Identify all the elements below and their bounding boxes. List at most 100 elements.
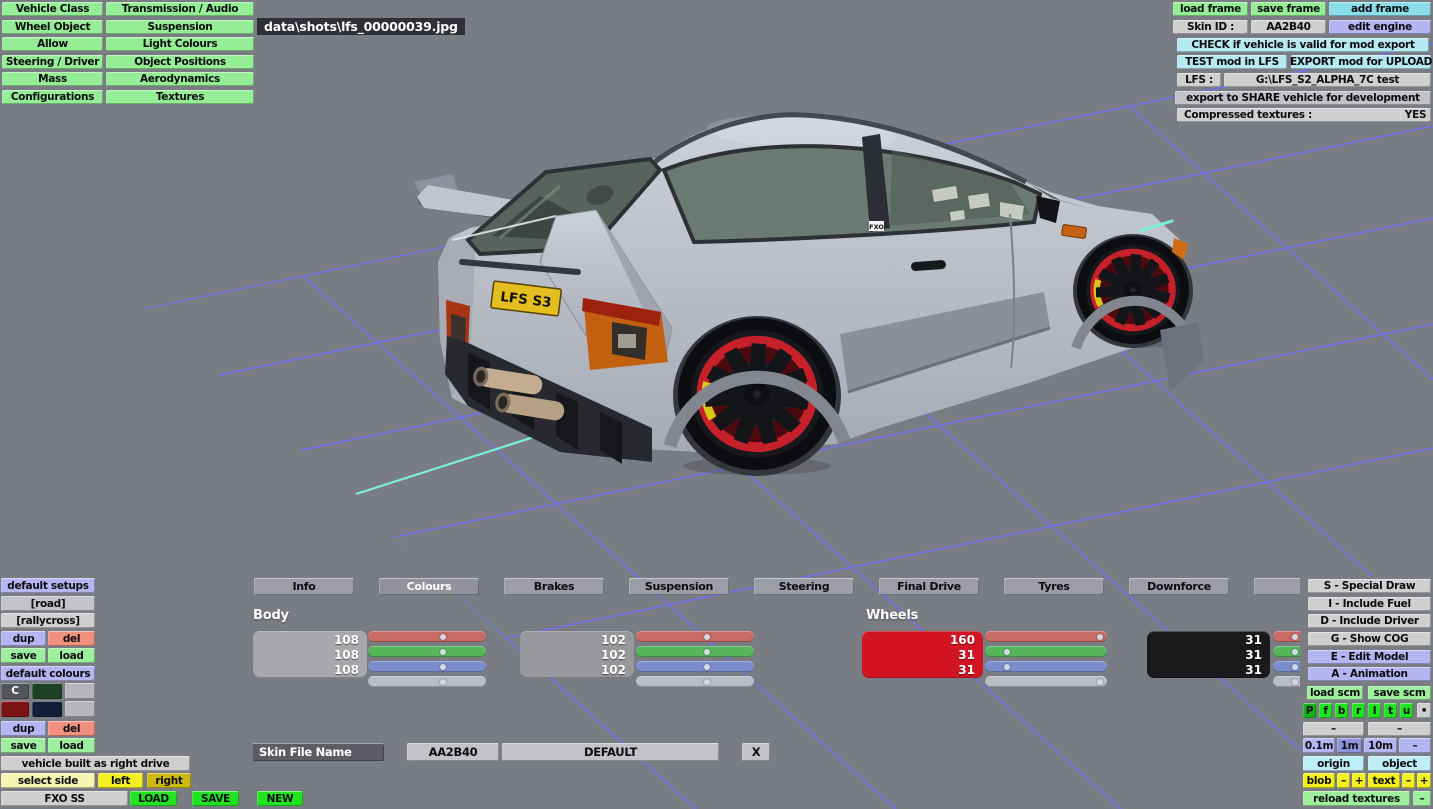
skin-id-field[interactable]: AA2B40 [407, 743, 499, 761]
red-slider[interactable] [636, 631, 754, 642]
setup-dup-button[interactable]: dup [1, 631, 46, 646]
tab-downforce[interactable]: Downforce [1129, 578, 1229, 595]
skin-id-value[interactable]: AA2B40 [1251, 20, 1326, 34]
slider-knob[interactable] [703, 663, 710, 670]
brightness-slider[interactable] [636, 676, 754, 687]
colour-slot-3[interactable] [65, 683, 95, 699]
slider-knob[interactable] [1096, 678, 1103, 685]
slider-knob[interactable] [439, 663, 446, 670]
show-cog-button[interactable]: G - Show COG [1308, 632, 1431, 646]
colour-slot-5[interactable] [32, 701, 62, 717]
adjust-minus-right[interactable]: – [1368, 722, 1431, 736]
skin-clear-button[interactable]: X [742, 743, 770, 761]
blob-button[interactable]: blob [1303, 773, 1335, 788]
tab-suspension[interactable]: Suspension [629, 578, 729, 595]
vehicle-name-button[interactable]: FXO SS [1, 791, 128, 806]
menu-wheel-object[interactable]: Wheel Object [2, 20, 103, 34]
draw-toggle-f[interactable]: f [1319, 703, 1332, 718]
body-colour-swatch-2[interactable]: 102 102 102 [520, 631, 634, 678]
blob-minus-button[interactable]: – [1337, 773, 1350, 788]
menu-light-colours[interactable]: Light Colours [106, 37, 254, 51]
blue-slider[interactable] [636, 661, 754, 672]
tab-info[interactable]: Info [254, 578, 354, 595]
reload-textures-button[interactable]: reload textures [1303, 791, 1410, 806]
export-mod-button[interactable]: EXPORT mod for UPLOAD [1290, 55, 1432, 69]
wheel-colour-swatch-2[interactable]: 31 31 31 [1147, 631, 1270, 678]
slider-knob[interactable] [1004, 648, 1011, 655]
green-slider[interactable] [636, 646, 754, 657]
grid-scale-0-1m[interactable]: 0.1m [1303, 738, 1335, 753]
menu-suspension[interactable]: Suspension [106, 20, 254, 34]
draw-toggle-t[interactable]: t [1384, 703, 1397, 718]
slider-knob[interactable] [1291, 678, 1298, 685]
colour-slot-6[interactable] [65, 701, 95, 717]
green-slider[interactable] [985, 646, 1107, 657]
tab-final-drive[interactable]: Final Drive [879, 578, 979, 595]
save-scm-button[interactable]: save scm [1368, 686, 1431, 700]
colours-del-button[interactable]: del [48, 721, 95, 736]
default-setups-button[interactable]: default setups [1, 578, 95, 593]
blob-plus-button[interactable]: + [1352, 773, 1366, 788]
menu-vehicle-class[interactable]: Vehicle Class [2, 2, 103, 16]
red-slider[interactable] [368, 631, 486, 642]
red-slider[interactable] [985, 631, 1107, 642]
setup-del-button[interactable]: del [48, 631, 95, 646]
load-scm-button[interactable]: load scm [1307, 686, 1363, 700]
vehicle-load-button[interactable]: LOAD [130, 791, 177, 806]
draw-toggle-l[interactable]: l [1368, 703, 1381, 718]
side-right-button[interactable]: right [147, 773, 191, 788]
export-share-button[interactable]: export to SHARE vehicle for development [1175, 91, 1431, 105]
text-minus-button[interactable]: – [1402, 773, 1415, 788]
green-slider[interactable] [368, 646, 486, 657]
edit-engine-button[interactable]: edit engine [1329, 20, 1431, 34]
menu-transmission-audio[interactable]: Transmission / Audio [106, 2, 254, 16]
text-button[interactable]: text [1368, 773, 1400, 788]
slider-knob[interactable] [703, 678, 710, 685]
menu-configurations[interactable]: Configurations [2, 90, 103, 104]
wheel-colour-swatch-1[interactable]: 160 31 31 [862, 631, 983, 678]
slider-knob[interactable] [1096, 633, 1103, 640]
grid-scale-1m[interactable]: 1m [1337, 738, 1362, 753]
check-valid-button[interactable]: CHECK if vehicle is valid for mod export [1177, 38, 1429, 52]
skin-name-field[interactable]: DEFAULT [502, 743, 719, 761]
default-colours-button[interactable]: default colours [1, 666, 95, 681]
body-colour-swatch-1[interactable]: 108 108 108 [253, 631, 367, 678]
text-plus-button[interactable]: + [1417, 773, 1431, 788]
adjust-minus-left[interactable]: – [1303, 722, 1364, 736]
grid-scale-minus[interactable]: – [1399, 738, 1431, 753]
vehicle-new-button[interactable]: NEW [257, 791, 303, 806]
lfs-path-button[interactable]: G:\LFS_S2_ALPHA_7C test [1224, 73, 1431, 87]
origin-button[interactable]: origin [1303, 756, 1364, 771]
tab-steering[interactable]: Steering [754, 578, 854, 595]
setup-save-button[interactable]: save [1, 648, 46, 663]
menu-textures[interactable]: Textures [106, 90, 254, 104]
animation-button[interactable]: A - Animation [1308, 667, 1431, 681]
draw-toggle-dot[interactable]: • [1417, 703, 1431, 718]
slider-knob[interactable] [439, 648, 446, 655]
brightness-slider[interactable] [368, 676, 486, 687]
vehicle-save-button[interactable]: SAVE [192, 791, 239, 806]
colours-load-button[interactable]: load [48, 738, 95, 753]
object-button[interactable]: object [1368, 756, 1431, 771]
compressed-textures-toggle[interactable]: YES [1400, 108, 1431, 122]
slider-knob[interactable] [1291, 633, 1298, 640]
colour-slot-2[interactable] [32, 683, 62, 699]
add-frame-button[interactable]: add frame [1329, 2, 1431, 16]
include-driver-button[interactable]: D - Include Driver [1308, 614, 1431, 628]
test-mod-button[interactable]: TEST mod in LFS [1177, 55, 1287, 69]
slider-knob[interactable] [703, 648, 710, 655]
draw-toggle-b[interactable]: b [1335, 703, 1348, 718]
edit-model-button[interactable]: E - Edit Model [1308, 650, 1431, 664]
menu-mass[interactable]: Mass [2, 72, 103, 86]
slider-knob[interactable] [1291, 648, 1298, 655]
brightness-slider[interactable] [985, 676, 1107, 687]
colour-slot-4[interactable] [1, 701, 29, 717]
save-frame-button[interactable]: save frame [1251, 2, 1326, 16]
setup-load-button[interactable]: load [48, 648, 95, 663]
menu-aerodynamics[interactable]: Aerodynamics [106, 72, 254, 86]
menu-steering-driver[interactable]: Steering / Driver [2, 55, 103, 69]
blue-slider[interactable] [985, 661, 1107, 672]
reload-minus-button[interactable]: – [1413, 791, 1431, 806]
menu-object-positions[interactable]: Object Positions [106, 55, 254, 69]
setup-road-button[interactable]: [road] [1, 596, 95, 611]
